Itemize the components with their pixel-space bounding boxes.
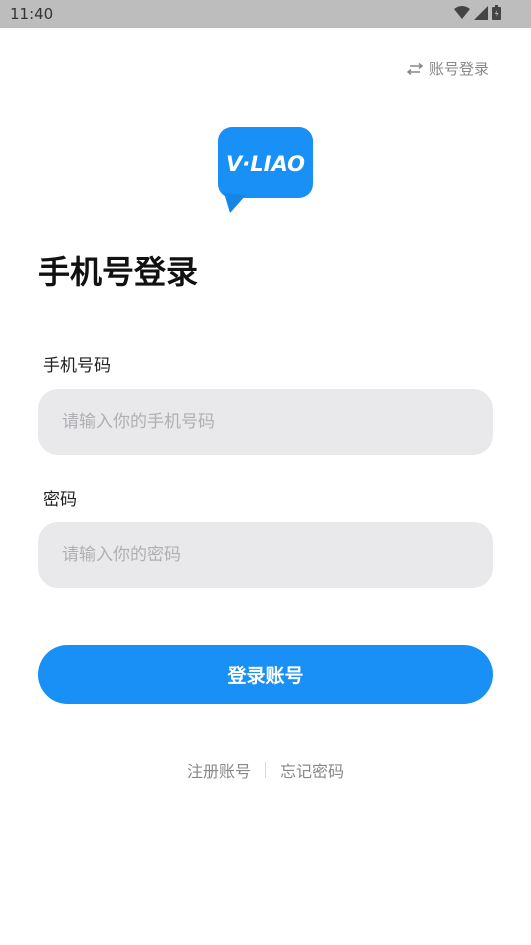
status-icons [454, 5, 501, 20]
password-label: 密码 [43, 490, 77, 510]
battery-icon [492, 5, 501, 20]
login-button[interactable]: 登录账号 [38, 645, 493, 704]
status-time: 11:40 [10, 5, 54, 23]
switch-account-login-label: 账号登录 [428, 60, 489, 78]
swap-arrows-icon [406, 62, 423, 75]
wifi-icon [454, 5, 470, 19]
status-bar: 11:40 [0, 0, 531, 28]
signal-icon [474, 5, 488, 20]
page-title: 手机号登录 [38, 253, 199, 291]
phone-label: 手机号码 [43, 356, 111, 376]
login-screen: 11:40 账号登录 V·LIAO 手机号登录 手机号码 密码 [0, 0, 531, 945]
forgot-password-link[interactable]: 忘记密码 [266, 758, 358, 782]
app-logo: V·LIAO [218, 127, 313, 213]
switch-account-login-button[interactable]: 账号登录 [406, 58, 489, 79]
register-link[interactable]: 注册账号 [173, 758, 265, 782]
phone-input[interactable] [38, 389, 493, 455]
bottom-links: 注册账号 忘记密码 [0, 758, 531, 782]
logo-text: V·LIAO [226, 152, 305, 176]
password-input[interactable] [38, 522, 493, 588]
